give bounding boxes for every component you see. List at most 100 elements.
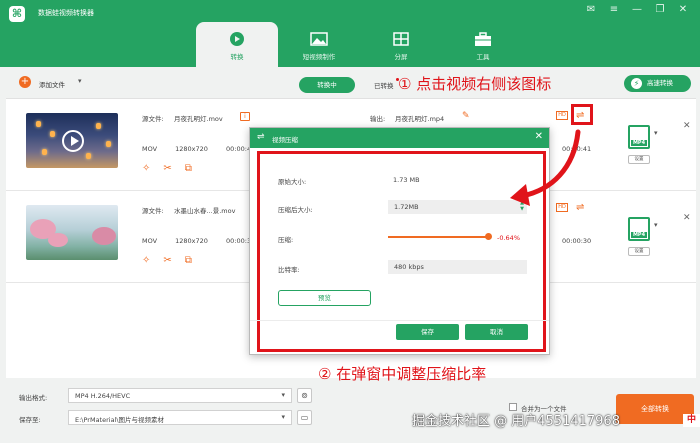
add-file-dropdown[interactable]: ▾	[78, 77, 82, 85]
lantern-shape	[36, 121, 41, 127]
tab-converted[interactable]: 已转换	[374, 80, 394, 90]
original-size-label: 原始大小:	[278, 178, 307, 186]
minimize-icon[interactable]: —	[630, 4, 644, 15]
lantern-shape	[106, 141, 111, 147]
hd-icon[interactable]: HD	[556, 111, 568, 120]
output-format-label: 输出格式:	[19, 394, 48, 402]
output-format-icon[interactable]: MP4	[628, 125, 650, 149]
annotation-step2: ② 在弹窗中调整压缩比率	[318, 365, 487, 383]
add-file-button[interactable]: 添加文件	[39, 79, 65, 89]
high-speed-convert-button[interactable]: ⚡ 高速转换	[624, 75, 691, 92]
crop-icon[interactable]: ⧉	[185, 163, 192, 174]
tab-tools[interactable]: 工具	[442, 22, 524, 67]
format-settings-button[interactable]: ⊚	[297, 388, 312, 403]
lantern-shape	[86, 153, 91, 159]
tab-label: 分屏	[394, 53, 408, 61]
compress-icon: ⇌	[257, 132, 265, 142]
preview-button[interactable]: 预览	[278, 290, 371, 306]
annotation-step1: ① 点击视频右侧该图标	[398, 75, 552, 93]
lantern-shape	[50, 131, 55, 137]
info-icon[interactable]: i	[240, 112, 250, 121]
output-duration: 00:00:30	[562, 237, 592, 245]
window-controls: ✉ ≡ — ❐ ✕	[584, 4, 690, 15]
edit-tools: ✧ ✂ ⧉	[142, 255, 192, 266]
source-filename: 水墨山水春...景.mov	[174, 207, 236, 215]
highlight-box	[571, 104, 593, 125]
format-text: MOV	[142, 237, 158, 245]
annotation-arrow-icon	[510, 129, 581, 206]
watermark: 掘金技术社区 @ 用户4551417968	[412, 414, 620, 429]
source-filename: 月夜孔明灯.mov	[174, 115, 223, 123]
corner-logo-icon: 中	[683, 414, 700, 427]
resolution-text: 1280x720	[175, 145, 208, 153]
original-size-value: 1.73 MB	[393, 176, 420, 184]
output-filename: 月夜孔明灯.mp4	[395, 115, 445, 123]
divider	[250, 320, 549, 321]
maximize-icon[interactable]: ❐	[653, 4, 667, 15]
source-label: 源文件:	[142, 207, 164, 215]
output-format-select[interactable]: MP4 H.264/HEVC ▾	[68, 388, 292, 403]
remove-file-icon[interactable]: ✕	[683, 121, 691, 131]
app-title: 数据蛙视频转换器	[38, 9, 94, 17]
bitrate-field[interactable]: 480 kbps	[388, 260, 527, 274]
save-path-select[interactable]: E:\PrMaterial\图片与视频素材 ▾	[68, 410, 292, 425]
video-thumbnail[interactable]	[26, 205, 118, 260]
compression-slider-track[interactable]	[388, 236, 488, 238]
tab-convert[interactable]: 转换	[196, 22, 278, 67]
output-format-icon[interactable]: MP4	[628, 217, 650, 241]
title-bar: ⌘ 数据蛙视频转换器 ✉ ≡ — ❐ ✕ 转换 短视频制作 分屏 工具	[0, 0, 700, 67]
image-icon	[310, 32, 328, 46]
menu-icon[interactable]: ≡	[607, 4, 621, 15]
tree-shape	[92, 227, 116, 245]
cut-icon[interactable]: ✂	[163, 163, 171, 174]
main-tabs: 转换 短视频制作 分屏 工具	[196, 22, 524, 67]
speed-label: 高速转换	[647, 79, 673, 87]
open-folder-button[interactable]: ▭	[297, 410, 312, 425]
cancel-button[interactable]: 取消	[465, 324, 528, 340]
bitrate-label: 比特率:	[278, 266, 300, 274]
settings-button[interactable]: 设置	[628, 155, 650, 164]
cut-icon[interactable]: ✂	[163, 255, 171, 266]
tab-label: 工具	[476, 53, 490, 61]
remove-file-icon[interactable]: ✕	[683, 213, 691, 223]
close-window-icon[interactable]: ✕	[676, 4, 690, 15]
play-icon[interactable]	[62, 130, 84, 152]
effects-icon[interactable]: ✧	[142, 255, 150, 266]
crop-icon[interactable]: ⧉	[185, 255, 192, 266]
settings-button[interactable]: 设置	[628, 247, 650, 256]
app-logo-icon: ⌘	[9, 6, 25, 22]
tab-split-screen[interactable]: 分屏	[360, 22, 442, 67]
save-to-label: 保存至:	[19, 416, 41, 424]
video-thumbnail[interactable]	[26, 113, 118, 168]
format-dropdown[interactable]: ▾	[654, 221, 658, 229]
source-label: 源文件:	[142, 115, 164, 123]
edit-tools: ✧ ✂ ⧉	[142, 163, 192, 174]
output-label: 输出:	[370, 115, 386, 123]
convert-icon	[230, 32, 244, 46]
dialog-title: 视频压缩	[272, 136, 298, 144]
lantern-shape	[96, 123, 101, 129]
chevron-down-icon: ▾	[281, 391, 285, 399]
format-dropdown[interactable]: ▾	[654, 129, 658, 137]
tree-shape	[48, 233, 68, 247]
toolbar: + 添加文件 ▾ 转换中 已转换 ⚡ 高速转换	[6, 70, 696, 95]
compression-slider-handle[interactable]	[485, 233, 492, 240]
add-file-icon[interactable]: +	[19, 76, 31, 88]
tab-label: 转换	[230, 53, 244, 61]
tab-label: 短视频制作	[302, 53, 336, 61]
feedback-icon[interactable]: ✉	[584, 4, 598, 15]
save-button[interactable]: 保存	[396, 324, 459, 340]
effects-icon[interactable]: ✧	[142, 163, 150, 174]
lantern-shape	[42, 149, 47, 155]
compressed-size-label: 压缩后大小:	[278, 206, 313, 214]
compression-percent: -0.64%	[497, 234, 520, 242]
rename-icon[interactable]: ✎	[462, 111, 470, 121]
tab-converting[interactable]: 转换中	[299, 77, 355, 93]
format-text: MOV	[142, 145, 158, 153]
tab-short-video[interactable]: 短视频制作	[278, 22, 360, 67]
compression-label: 压缩:	[278, 236, 294, 244]
bolt-icon: ⚡	[631, 78, 642, 89]
split-screen-icon	[393, 32, 409, 46]
toolbox-icon	[475, 32, 491, 46]
chevron-down-icon: ▾	[281, 413, 285, 421]
